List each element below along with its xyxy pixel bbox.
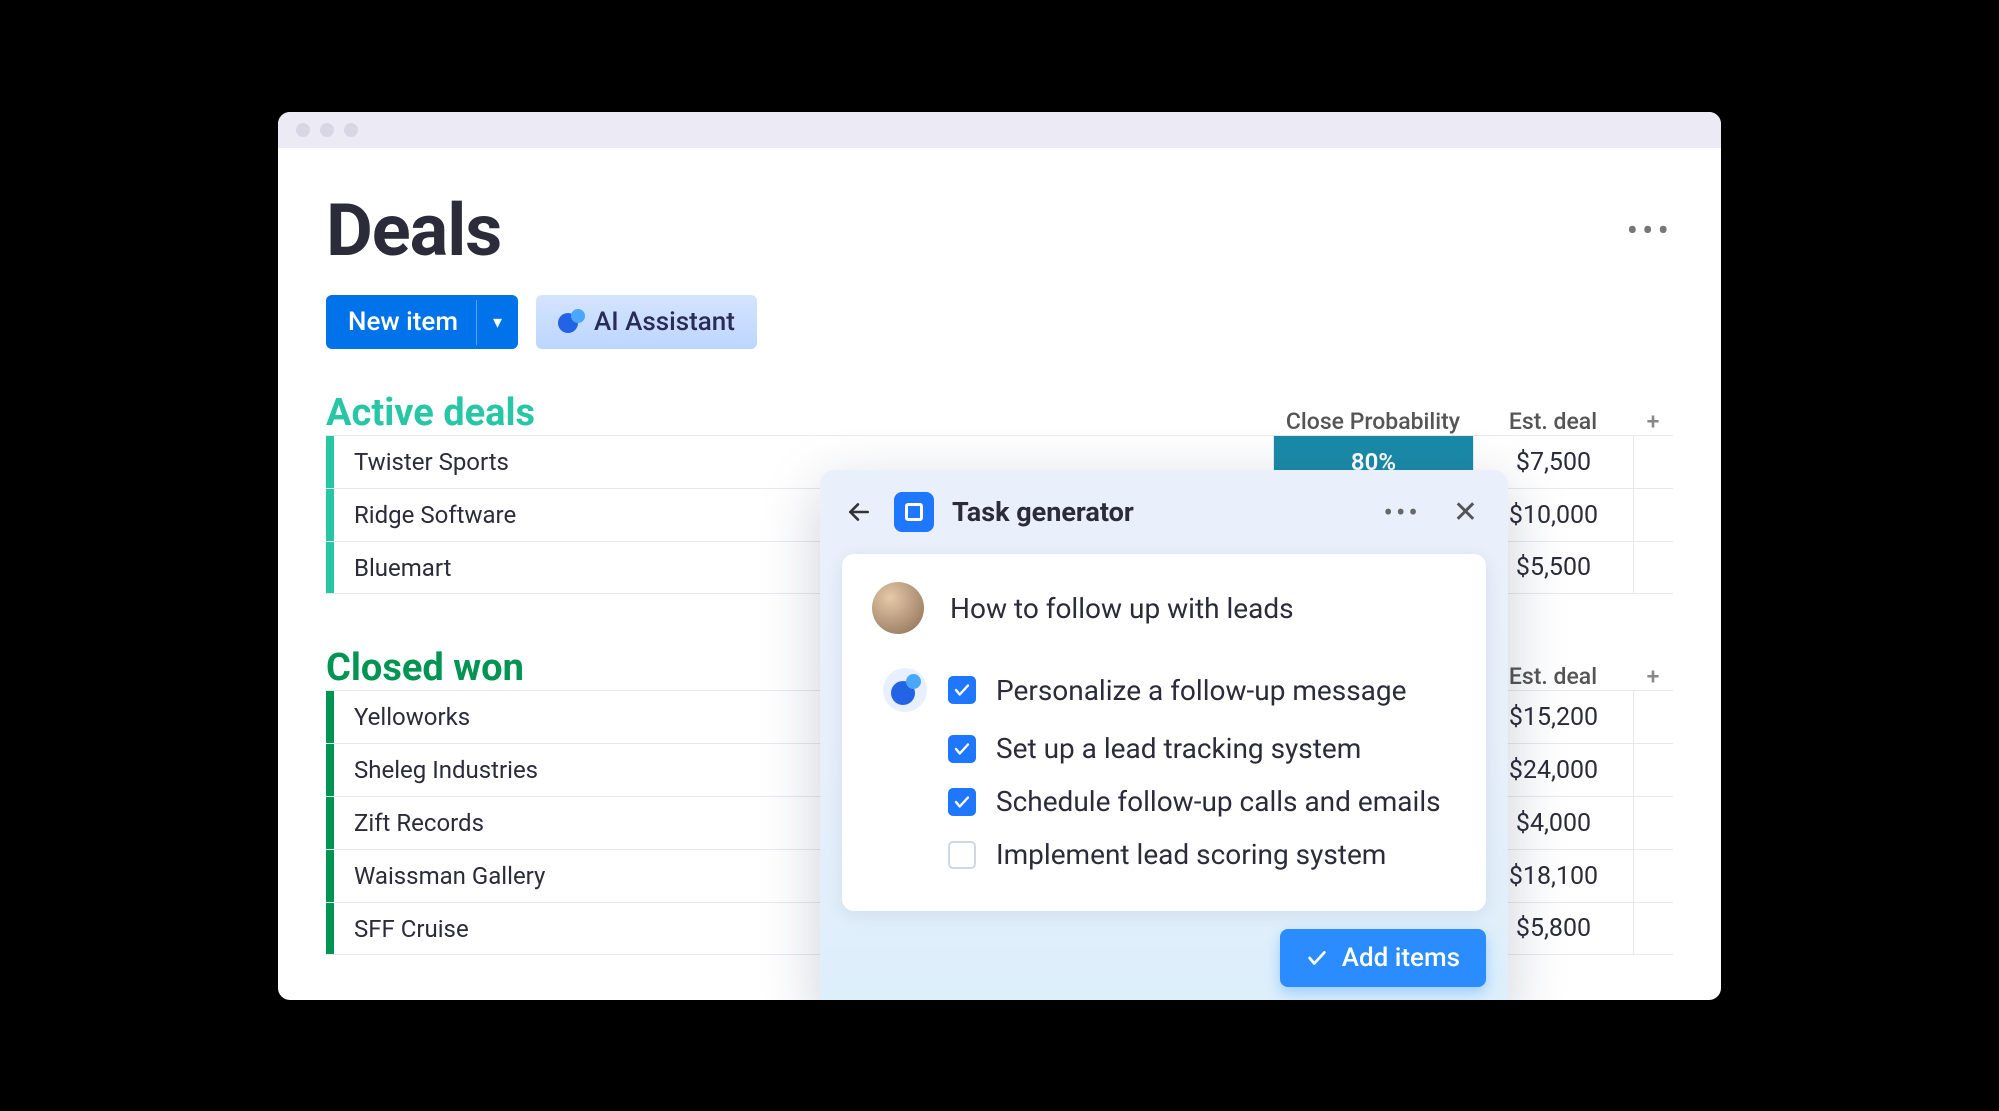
window-dot xyxy=(296,123,310,137)
row-accent xyxy=(326,903,334,954)
row-extra-cell xyxy=(1633,489,1673,541)
task-type-icon xyxy=(894,492,934,532)
new-item-label: New item xyxy=(326,295,476,349)
titlebar xyxy=(278,112,1721,148)
task-item: Schedule follow-up calls and emails xyxy=(872,775,1456,828)
row-extra-cell xyxy=(1633,691,1673,743)
add-items-button[interactable]: Add items xyxy=(1280,929,1486,987)
deal-name[interactable]: Sheleg Industries xyxy=(334,744,845,796)
ai-sparkle-icon xyxy=(883,668,927,712)
modal-more-icon[interactable]: ••• xyxy=(1378,496,1427,529)
deal-name[interactable]: Waissman Gallery xyxy=(334,850,845,902)
task-label: Schedule follow-up calls and emails xyxy=(996,785,1441,818)
group-title-active[interactable]: Active deals xyxy=(326,391,1273,435)
row-extra-cell xyxy=(1633,744,1673,796)
row-accent xyxy=(326,489,334,541)
ai-assistant-label: AI Assistant xyxy=(594,307,735,337)
column-est-deal[interactable]: Est. deal xyxy=(1473,408,1633,435)
row-accent xyxy=(326,436,334,488)
task-label: Personalize a follow-up message xyxy=(996,674,1406,707)
row-extra-cell xyxy=(1633,797,1673,849)
deal-name[interactable]: Ridge Software xyxy=(334,489,845,541)
add-column-icon[interactable]: + xyxy=(1633,408,1673,435)
back-arrow-icon[interactable] xyxy=(842,495,876,529)
task-generator-modal: Task generator ••• ✕ How to follow up wi… xyxy=(820,470,1508,1000)
task-item: Personalize a follow-up message xyxy=(872,658,1456,722)
deal-name[interactable]: Bluemart xyxy=(334,542,845,593)
page-title: Deals xyxy=(326,188,501,273)
window-dot xyxy=(344,123,358,137)
window-dot xyxy=(320,123,334,137)
column-close-probability[interactable]: Close Probability xyxy=(1273,408,1473,435)
app-window: Deals ••• New item ▾ AI Assistant Active… xyxy=(278,112,1721,1000)
row-extra-cell xyxy=(1633,436,1673,488)
ai-sparkle-icon xyxy=(558,309,584,335)
add-column-icon[interactable]: + xyxy=(1633,663,1673,690)
task-item: Implement lead scoring system xyxy=(872,828,1456,881)
row-accent xyxy=(326,797,334,849)
row-accent xyxy=(326,691,334,743)
column-headers: Close Probability Est. deal + xyxy=(1273,408,1673,435)
ai-assistant-button[interactable]: AI Assistant xyxy=(536,295,757,349)
row-extra-cell xyxy=(1633,903,1673,954)
task-checkbox[interactable] xyxy=(948,735,976,763)
add-items-label: Add items xyxy=(1342,943,1460,973)
row-extra-cell xyxy=(1633,542,1673,593)
task-item: Set up a lead tracking system xyxy=(872,722,1456,775)
close-icon[interactable]: ✕ xyxy=(1445,495,1486,530)
check-icon xyxy=(1306,947,1328,969)
row-accent xyxy=(326,542,334,593)
chevron-down-icon[interactable]: ▾ xyxy=(476,300,518,345)
task-checkbox[interactable] xyxy=(948,788,976,816)
deal-name[interactable]: Yelloworks xyxy=(334,691,845,743)
task-label: Implement lead scoring system xyxy=(996,838,1386,871)
prompt-text: How to follow up with leads xyxy=(950,592,1294,625)
row-extra-cell xyxy=(1633,850,1673,902)
task-checkbox[interactable] xyxy=(948,841,976,869)
row-accent xyxy=(326,850,334,902)
page-more-icon[interactable]: ••• xyxy=(1627,211,1673,251)
row-accent xyxy=(326,744,334,796)
deal-name[interactable]: SFF Cruise xyxy=(334,903,845,954)
task-checkbox[interactable] xyxy=(948,676,976,704)
modal-title: Task generator xyxy=(952,496,1360,528)
deal-name[interactable]: Zift Records xyxy=(334,797,845,849)
user-avatar xyxy=(872,582,924,634)
deal-name[interactable]: Twister Sports xyxy=(334,436,845,488)
task-label: Set up a lead tracking system xyxy=(996,732,1361,765)
new-item-button[interactable]: New item ▾ xyxy=(326,295,518,349)
